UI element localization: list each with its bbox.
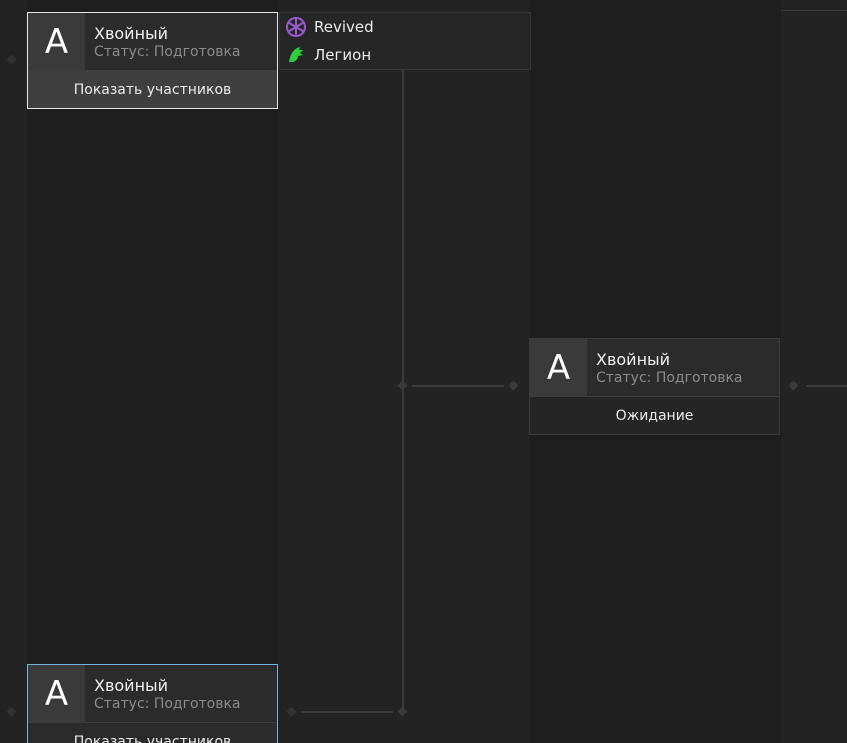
bracket-connector-horizontal [412,385,504,387]
avatar: A [28,665,85,722]
bracket-connector-bottom [301,711,393,713]
match-teams-panel: Revived Легион [279,12,531,70]
show-participants-button[interactable]: Показать участников [28,723,277,743]
connector-node [788,380,799,391]
match-card-header: A Хвойный Статус: Подготовка [530,339,779,397]
match-status: Статус: Подготовка [94,44,241,60]
match-status: Статус: Подготовка [94,696,241,712]
connector-node [6,706,17,717]
team-name: Легион [314,46,372,64]
revived-logo-icon [282,13,310,41]
match-card[interactable]: A Хвойный Статус: Подготовка Показать уч… [27,664,278,743]
match-card-info: Хвойный Статус: Подготовка [587,339,743,396]
waiting-status-button: Ожидание [530,397,779,434]
match-status: Статус: Подготовка [596,370,743,386]
team-name: Revived [314,18,374,36]
avatar: A [28,13,85,70]
match-card-header: A Хвойный Статус: Подготовка [28,13,277,71]
connector-node [397,706,408,717]
bracket-connector-right [806,385,847,387]
team-row[interactable]: Revived [280,13,530,41]
match-card[interactable]: A Хвойный Статус: Подготовка Показать уч… [27,12,278,109]
match-card-info: Хвойный Статус: Подготовка [85,13,241,70]
match-card[interactable]: A Хвойный Статус: Подготовка Ожидание [529,338,780,435]
show-participants-button[interactable]: Показать участников [28,71,277,108]
bracket-connector-vertical [402,70,404,712]
column-top-rule [781,10,847,11]
connector-node [397,380,408,391]
avatar: A [530,339,587,396]
team-name: Хвойный [94,24,169,43]
bracket-column-round-1 [27,0,279,743]
team-row[interactable]: Легион [280,41,530,69]
legion-logo-icon [282,41,310,69]
match-card-info: Хвойный Статус: Подготовка [85,665,241,722]
connector-node [508,380,519,391]
connector-node [6,54,17,65]
team-name: Хвойный [94,676,169,695]
team-name: Хвойный [596,350,671,369]
tournament-bracket: Revived Легион A Хвойный Статус: Подгото… [0,0,847,743]
match-card-header: A Хвойный Статус: Подготовка [28,665,277,723]
connector-node [286,706,297,717]
